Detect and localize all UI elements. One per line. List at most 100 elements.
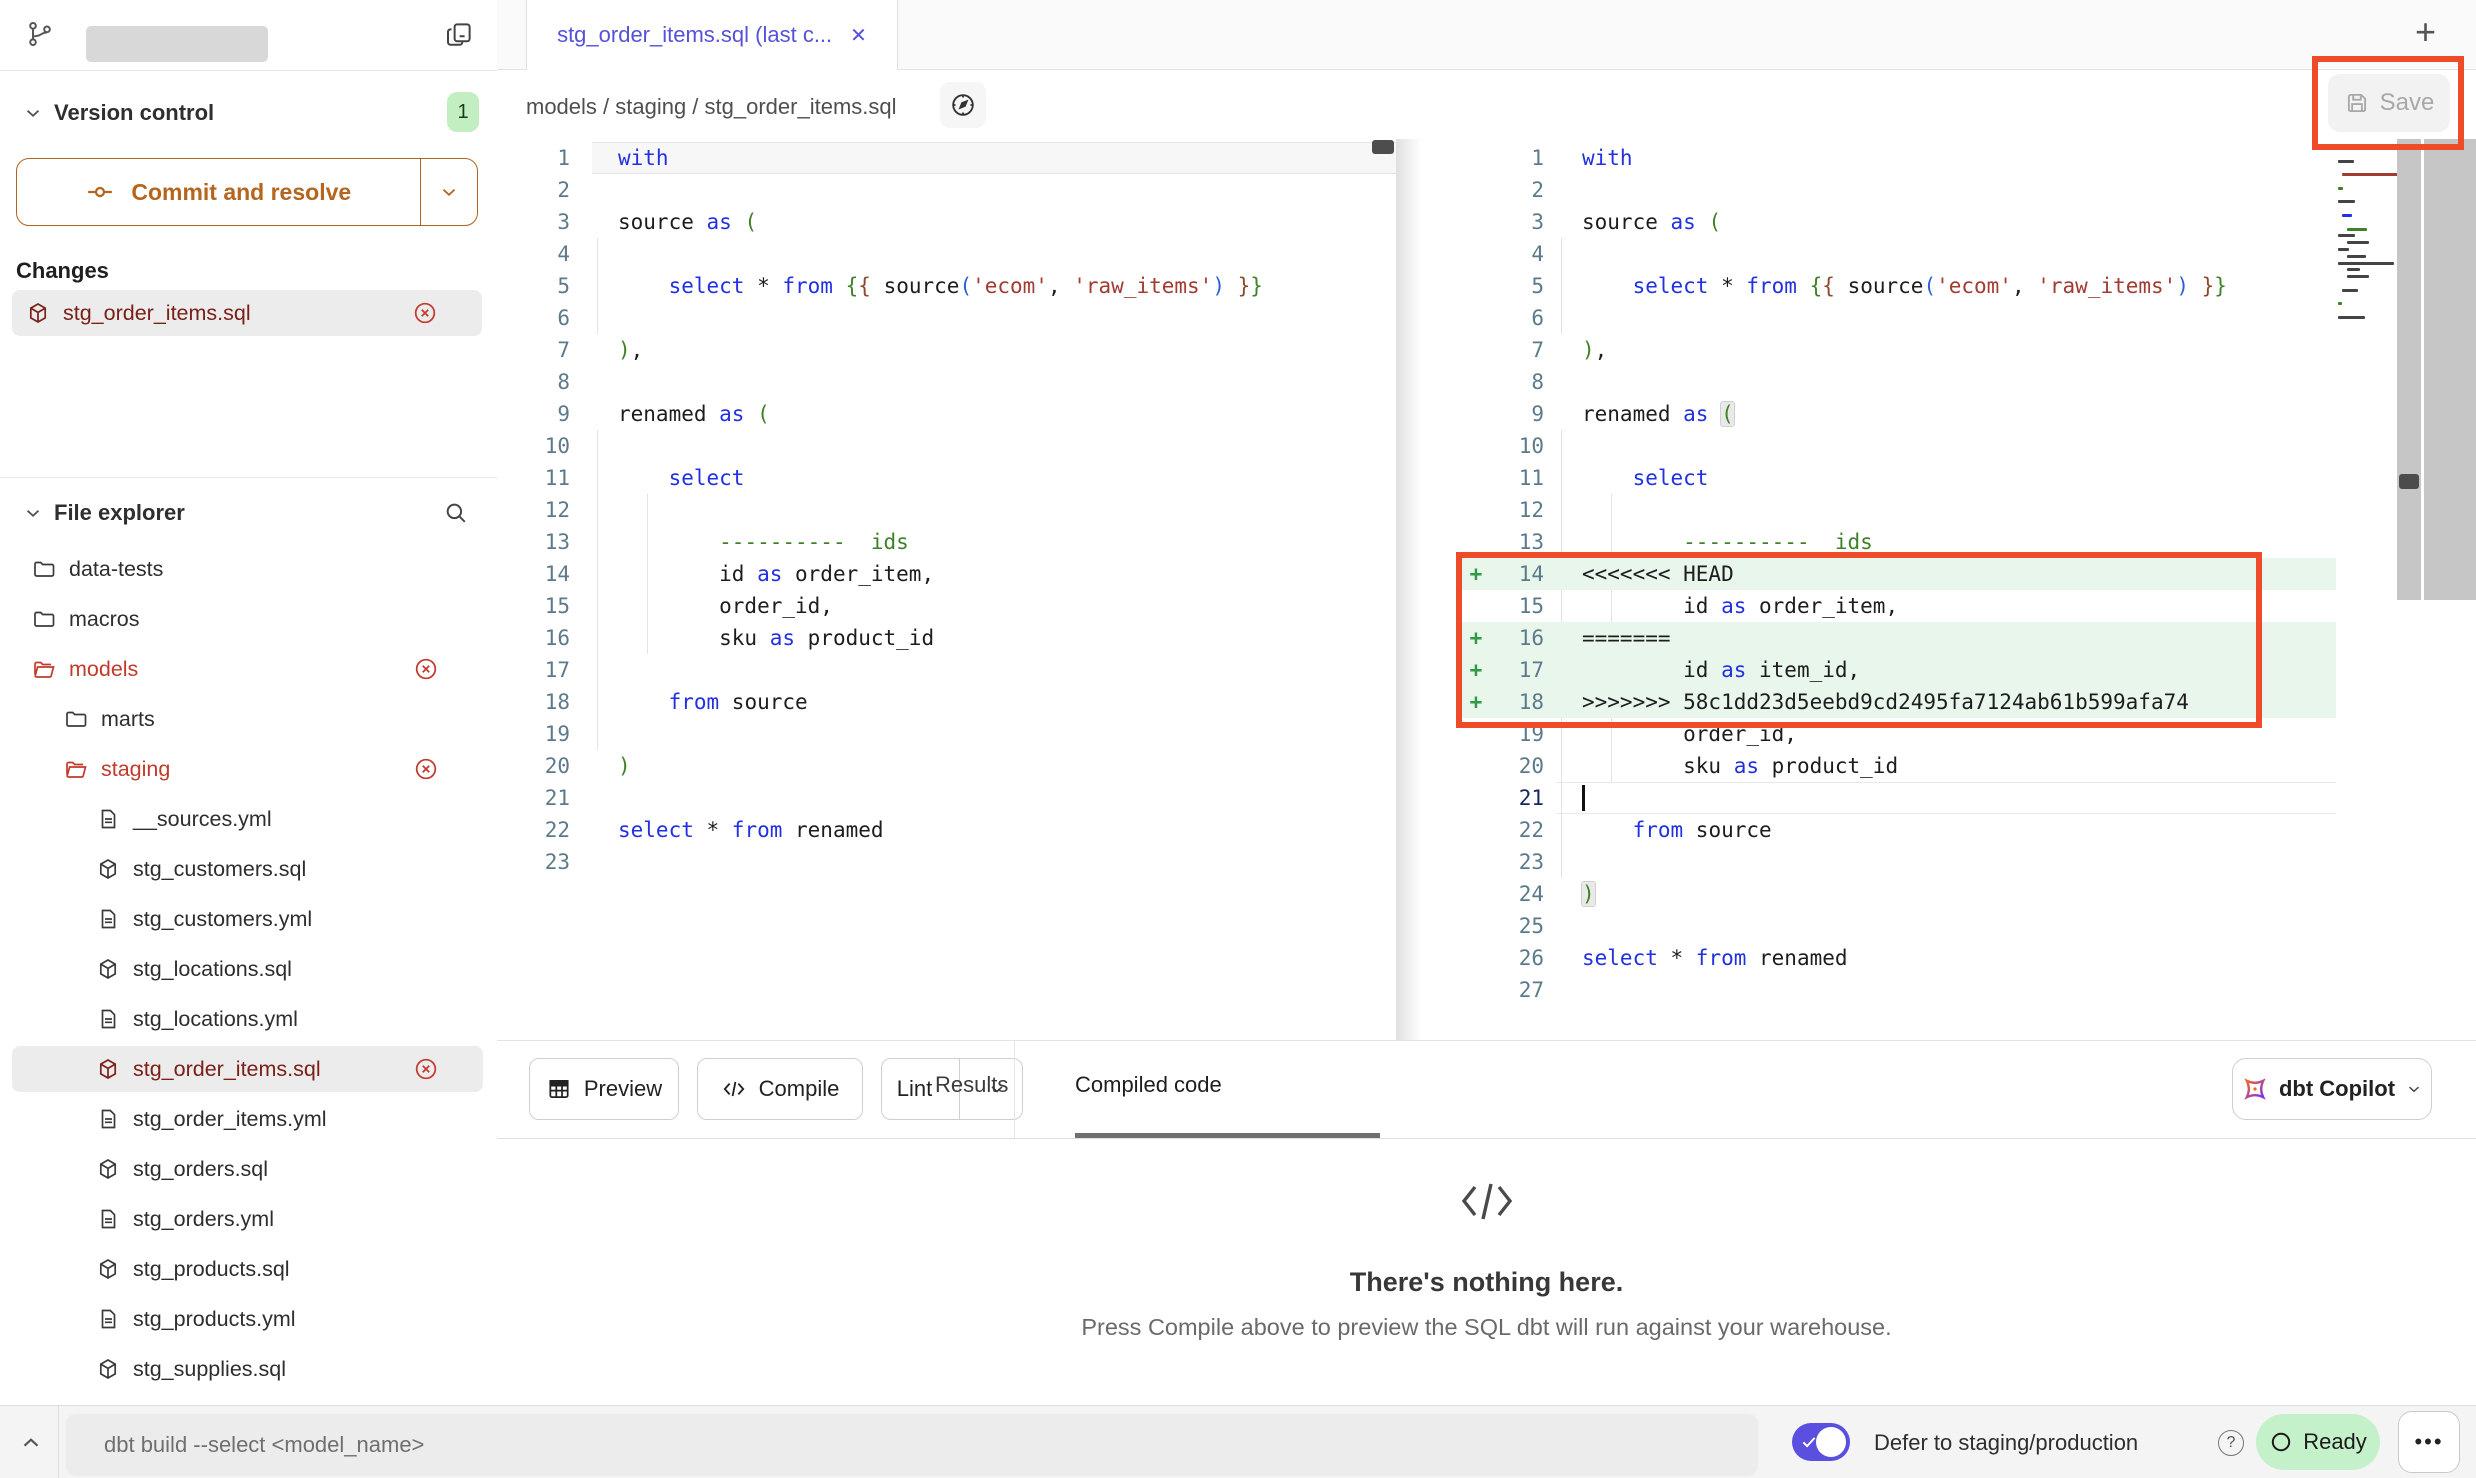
empty-state-title: There's nothing here. [497,1267,2476,1298]
gutter-spacer [1461,430,1491,462]
new-tab-button[interactable]: + [2415,14,2436,50]
tree-item-stg_customers.yml[interactable]: stg_customers.yml [0,894,497,944]
tree-item-staging[interactable]: staging [0,744,497,794]
tree-item-__sources.yml[interactable]: __sources.yml [0,794,497,844]
left-pane-scrollbar-thumb[interactable] [1372,140,1394,154]
indent-guide [597,270,598,302]
minimap-line [2342,289,2358,292]
search-icon[interactable] [443,500,469,526]
compile-button[interactable]: Compile [697,1058,863,1120]
tree-item-label: stg_order_items.sql [133,1057,321,1082]
tree-item-stg_supplies.sql[interactable]: stg_supplies.sql [0,1344,497,1394]
tree-item-label: models [69,657,138,682]
chevron-down-icon[interactable] [22,102,44,124]
editor-pane-original[interactable]: 1with23source as (45 select * from {{ so… [497,142,1396,878]
code-line-1: 1with [497,142,1396,174]
dbt-copilot-button[interactable]: dbt Copilot [2232,1058,2432,1120]
code-line-22: 22select * from renamed [497,814,1396,846]
save-button-label: Save [2380,89,2435,117]
line-number: 11 [497,462,592,494]
git-branch-icon[interactable] [26,20,54,48]
code-line-25: 25 [1461,910,2336,942]
file-explorer-title: File explorer [54,500,185,526]
tree-item-marts[interactable]: marts [0,694,497,744]
tree-item-stg_locations.sql[interactable]: stg_locations.sql [0,944,497,994]
changed-file-name: stg_order_items.sql [63,301,251,326]
indent-guide [597,526,598,558]
tree-item-macros[interactable]: macros [0,594,497,644]
indent-guide [1561,238,1562,270]
close-tab-icon[interactable]: ✕ [850,23,867,48]
more-options-button[interactable]: ••• [2398,1411,2460,1473]
commit-options-chevron[interactable] [421,159,477,225]
discard-change-icon[interactable] [413,756,439,782]
sidebar-header [0,0,497,71]
save-button[interactable]: Save [2328,74,2450,132]
indent-guide [1561,814,1562,846]
discard-change-icon[interactable] [413,656,439,682]
tree-item-stg_products.sql[interactable]: stg_products.sql [0,1244,497,1294]
copy-icon[interactable] [444,20,474,50]
tree-item-stg_locations.yml[interactable]: stg_locations.yml [0,994,497,1044]
help-icon[interactable]: ? [2218,1430,2244,1456]
tab-label: stg_order_items.sql (last c... [557,22,832,48]
editor-scrollbar-thumb[interactable] [2399,474,2419,489]
lineage-compass-icon[interactable] [940,82,986,128]
discard-change-icon[interactable] [413,1056,439,1082]
expand-panel-chevron-icon[interactable] [18,1430,44,1456]
defer-label: Defer to staging/production [1874,1430,2138,1456]
tree-item-models[interactable]: models [0,644,497,694]
minimap[interactable] [2338,146,2398,336]
model-icon [96,957,120,981]
changed-file-item[interactable]: stg_order_items.sql [12,290,482,336]
code-line-5: 5 select * from {{ source('ecom', 'raw_i… [1461,270,2336,302]
file-explorer-section: File explorer [0,490,497,536]
minimap-line [2347,255,2366,258]
tab-results[interactable]: Results [935,1072,1008,1098]
chevron-down-icon[interactable] [22,502,44,524]
minimap-line [2338,316,2365,319]
line-number: 6 [497,302,592,334]
command-input[interactable]: dbt build --select <model_name> [66,1414,1758,1476]
tree-item-stg_customers.sql[interactable]: stg_customers.sql [0,844,497,894]
line-number: 21 [497,782,592,814]
model-icon [96,1057,120,1081]
breadcrumb-row: models / staging / stg_order_items.sql [497,70,2476,139]
line-number: 1 [497,142,592,174]
code-line-26: 26select * from renamed [1461,942,2336,974]
indent-guide [647,590,648,622]
code-line-12: 12 [1461,494,2336,526]
code-line-15: 15 order_id, [497,590,1396,622]
line-number: 11 [1491,462,1556,494]
window-scrollbar-track[interactable] [2424,139,2476,600]
gutter-spacer [1461,814,1491,846]
defer-toggle[interactable] [1792,1423,1850,1461]
tree-item-stg_order_items.sql[interactable]: stg_order_items.sql [0,1044,497,1094]
editor-scrollbar-track[interactable] [2397,139,2421,600]
tab-stg-order-items[interactable]: stg_order_items.sql (last c... ✕ [526,0,898,70]
tree-item-label: stg_orders.yml [133,1207,274,1232]
sidebar: Version control 1 Commit and resolve Cha… [0,0,498,1405]
tree-item-stg_orders.yml[interactable]: stg_orders.yml [0,1194,497,1244]
tree-item-stg_products.yml[interactable]: stg_products.yml [0,1294,497,1344]
gutter-spacer [1461,398,1491,430]
code-line-19: 19 [497,718,1396,750]
tree-item-stg_order_items.yml[interactable]: stg_order_items.yml [0,1094,497,1144]
line-number: 18 [497,686,592,718]
status-bar: dbt build --select <model_name> Defer to… [0,1405,2476,1478]
tree-item-data-tests[interactable]: data-tests [0,544,497,594]
tree-item-stg_orders.sql[interactable]: stg_orders.sql [0,1144,497,1194]
commit-and-resolve-button[interactable]: Commit and resolve [16,158,478,226]
tab-bar: stg_order_items.sql (last c... ✕ + [497,0,2476,70]
preview-button[interactable]: Preview [529,1058,679,1120]
discard-change-icon[interactable] [412,300,438,326]
indent-guide [1561,462,1562,494]
empty-state: There's nothing here. Press Compile abov… [497,1178,2476,1341]
line-number: 13 [497,526,592,558]
file-tree: data-testsmacros models martsstaging__sour… [0,544,497,1394]
tree-item-label: stg_supplies.sql [133,1357,286,1382]
divider [58,1406,59,1478]
minimap-line [2338,262,2394,265]
tab-compiled-code[interactable]: Compiled code [1075,1072,1222,1098]
indent-guide [597,302,598,334]
